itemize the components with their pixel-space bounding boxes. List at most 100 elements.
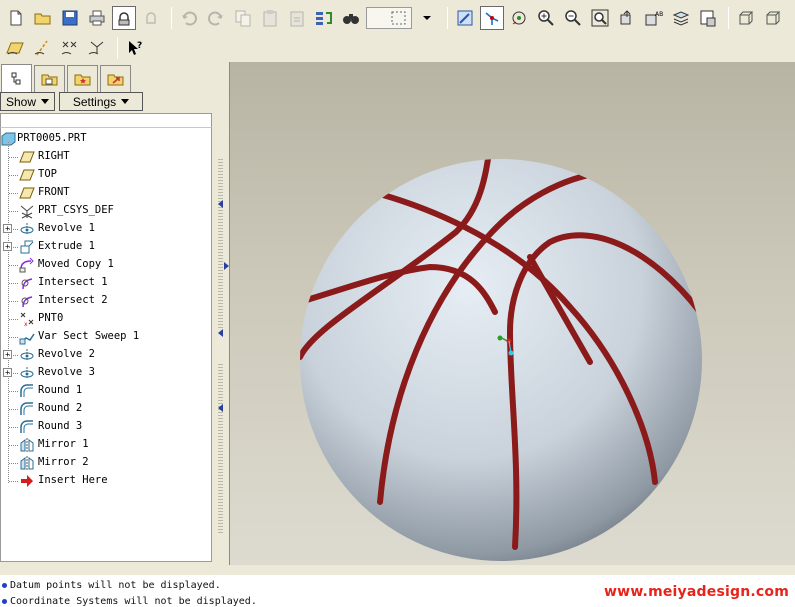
orient-mode-button[interactable]: [507, 6, 531, 30]
tree-connector: [9, 445, 18, 446]
zoom-out-button[interactable]: [561, 6, 585, 30]
tree-connector: [9, 283, 18, 284]
tree-connector: [9, 481, 18, 482]
selection-filter-arrow[interactable]: [415, 6, 439, 30]
show-menu-button[interactable]: Show: [0, 92, 55, 111]
model-tree-toolbar: Show Settings: [0, 92, 213, 112]
datum-points-toggle[interactable]: [58, 36, 82, 60]
print-button[interactable]: [85, 6, 109, 30]
tree-item-label: Var Sect Sweep 1: [38, 330, 140, 342]
tree-item-label: RIGHT: [38, 150, 70, 162]
redo-button[interactable]: [204, 6, 228, 30]
chevron-down-icon: [121, 98, 130, 104]
tab-model-tree[interactable]: [1, 64, 32, 92]
splitter-grip[interactable]: [218, 159, 223, 329]
tab-favorites[interactable]: [67, 65, 98, 92]
datum-axes-toggle[interactable]: [31, 36, 55, 60]
context-help-button[interactable]: ?: [123, 36, 147, 60]
tree-connector: [9, 391, 18, 392]
find-button[interactable]: [339, 6, 363, 30]
regenerate-button[interactable]: [312, 6, 336, 30]
tree-connector: [9, 211, 18, 212]
refit-button[interactable]: [588, 6, 612, 30]
chevron-down-icon: [423, 16, 431, 20]
toolbar-separator: [728, 7, 729, 29]
datum-plane-icon: [19, 151, 35, 163]
zoom-in-icon: [538, 10, 554, 26]
intersect-icon: [21, 296, 33, 308]
spin-center-button[interactable]: [480, 6, 504, 30]
hidden-line-button[interactable]: [761, 6, 785, 30]
tree-item-label: Moved Copy 1: [38, 258, 114, 270]
copy-icon: [235, 10, 251, 27]
basketball-model[interactable]: [230, 62, 795, 565]
svg-text:?: ?: [137, 41, 142, 51]
mail-icon: [118, 12, 130, 26]
collapse-left-icon[interactable]: [217, 404, 225, 412]
layers-button[interactable]: [669, 6, 693, 30]
send-mail-button[interactable]: [112, 6, 136, 30]
selection-filter-dropdown[interactable]: [366, 7, 412, 29]
moved-copy-icon: [19, 257, 34, 273]
tree-item-label: Intersect 2: [38, 294, 108, 306]
tree-item-label: TOP: [38, 168, 57, 180]
wireframe-button[interactable]: [734, 6, 758, 30]
paste-button[interactable]: [258, 6, 282, 30]
model-tree-icon: [11, 72, 20, 84]
undo-button[interactable]: [177, 6, 201, 30]
reorient-icon: [620, 10, 631, 25]
splitter-grip[interactable]: [218, 364, 223, 534]
watermark-text: www.meiyadesign.com: [604, 584, 789, 600]
collapse-left-icon[interactable]: [217, 200, 225, 208]
panel-splitter[interactable]: [214, 64, 229, 564]
copy-button[interactable]: [231, 6, 255, 30]
refit-icon: [591, 9, 609, 27]
graphics-window[interactable]: [229, 62, 795, 565]
wireframe-cube-icon: [739, 11, 754, 25]
saved-views-icon: AB: [645, 11, 663, 26]
tab-folder-browser[interactable]: [34, 65, 65, 92]
new-file-button[interactable]: [4, 6, 28, 30]
show-menu-label: Show: [5, 94, 37, 109]
view-manager-button[interactable]: [696, 6, 720, 30]
message-line: Datum points will not be displayed.: [2, 578, 221, 592]
tree-item-label: Mirror 1: [38, 438, 89, 450]
tree-connector: [9, 463, 18, 464]
message-bullet-icon: [2, 598, 7, 604]
orient-mode-icon: [512, 11, 526, 25]
tab-connections[interactable]: [100, 65, 131, 92]
round-icon: [20, 402, 33, 415]
send-link-button[interactable]: [139, 6, 163, 30]
tree-connector: [9, 355, 18, 356]
redo-icon: [208, 11, 223, 26]
tree-connector: [9, 157, 18, 158]
tree-item-label: PNT0: [38, 312, 64, 324]
open-button[interactable]: [31, 6, 55, 30]
connections-icon: [107, 74, 123, 86]
message-area: Datum points will not be displayed. Coor…: [0, 575, 795, 607]
settings-menu-button[interactable]: Settings: [59, 92, 143, 111]
message-text: Coordinate Systems will not be displayed…: [10, 595, 257, 607]
tree-item-label: Round 3: [38, 420, 83, 432]
collapse-left-icon[interactable]: [217, 329, 225, 337]
extrude-icon: [20, 240, 34, 254]
tree-item-label: Revolve 3: [38, 366, 95, 378]
datum-planes-toggle[interactable]: [4, 36, 28, 60]
save-button[interactable]: [58, 6, 82, 30]
reorient-button[interactable]: [615, 6, 639, 30]
toolbar-separator: [171, 7, 172, 29]
repaint-button[interactable]: [453, 6, 477, 30]
paste-special-button[interactable]: [285, 6, 309, 30]
zoom-out-icon: [565, 10, 581, 26]
save-icon: [62, 10, 78, 26]
coordinate-system-icon: [20, 205, 34, 219]
coordinate-systems-toggle[interactable]: [85, 36, 109, 60]
folder-browser-icon: [41, 74, 57, 86]
tree-item-label: Revolve 2: [38, 348, 95, 360]
tree-item-label: Insert Here: [38, 474, 108, 486]
model-tree-header: [0, 113, 212, 128]
zoom-in-button[interactable]: [534, 6, 558, 30]
saved-views-button[interactable]: AB: [642, 6, 666, 30]
tree-connector: [9, 247, 18, 248]
revolve-icon: [20, 223, 34, 235]
